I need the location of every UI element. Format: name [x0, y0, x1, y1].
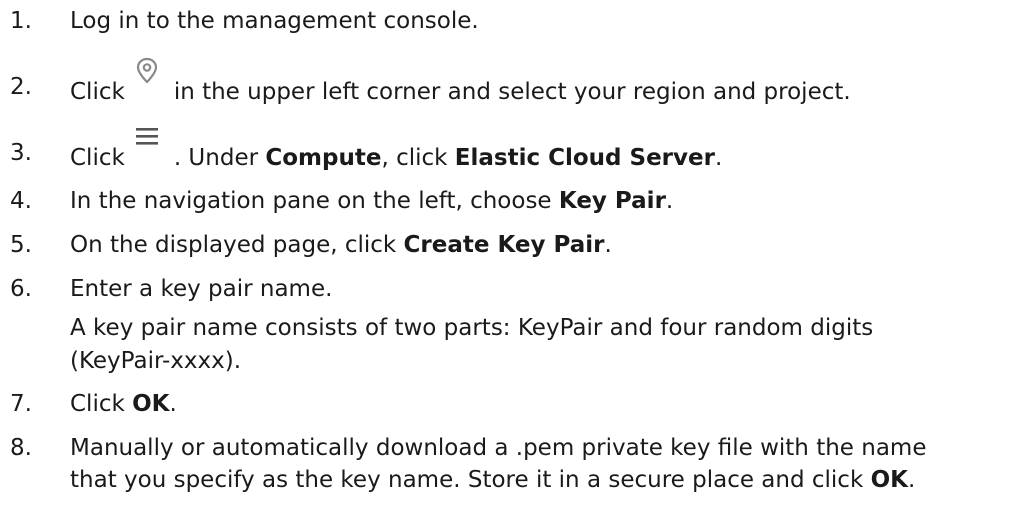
step-1: 1. Log in to the management console.	[0, 4, 1036, 38]
hamburger-menu-icon	[134, 128, 168, 170]
step-text: Enter a key pair name.	[70, 276, 333, 302]
step-number: 6.	[10, 276, 32, 302]
step-8: 8. Manually or automatically download a …	[0, 431, 1036, 465]
step-number: 3.	[10, 140, 32, 166]
location-pin-icon	[134, 57, 168, 104]
step-text: Click in the upper left corner and select…	[70, 57, 1030, 109]
step-text: Click OK.	[70, 391, 177, 417]
step-number: 5.	[10, 232, 32, 258]
step-text: Click. Under Compute, click Elastic Clou…	[70, 128, 1030, 175]
step-7: 7. Click OK.	[0, 387, 1036, 421]
step-8-line-2: that you specify as the key name. Store …	[70, 467, 916, 493]
step-2: 2. Click in the upper left corner and sel…	[0, 57, 1036, 105]
step-number: 7.	[10, 391, 32, 417]
step-text: Log in to the management console.	[70, 8, 479, 34]
step-6-note-line-2: (KeyPair-xxxx).	[70, 348, 242, 374]
step-3: 3. Click. Under Compute, click Elastic C…	[0, 128, 1036, 171]
step-text: Manually or automatically download a .pe…	[70, 435, 927, 461]
step-text: In the navigation pane on the left, choo…	[70, 188, 674, 214]
step-number: 1.	[10, 8, 32, 34]
step-text: On the displayed page, click Create Key …	[70, 232, 612, 258]
step-4: 4. In the navigation pane on the left, c…	[0, 184, 1036, 218]
step-5: 5. On the displayed page, click Create K…	[0, 228, 1036, 262]
step-number: 8.	[10, 435, 32, 461]
step-number: 4.	[10, 188, 32, 214]
step-6-note-line-1: A key pair name consists of two parts: K…	[70, 315, 874, 341]
step-number: 2.	[10, 74, 32, 100]
step-6: 6. Enter a key pair name.	[0, 272, 1036, 306]
